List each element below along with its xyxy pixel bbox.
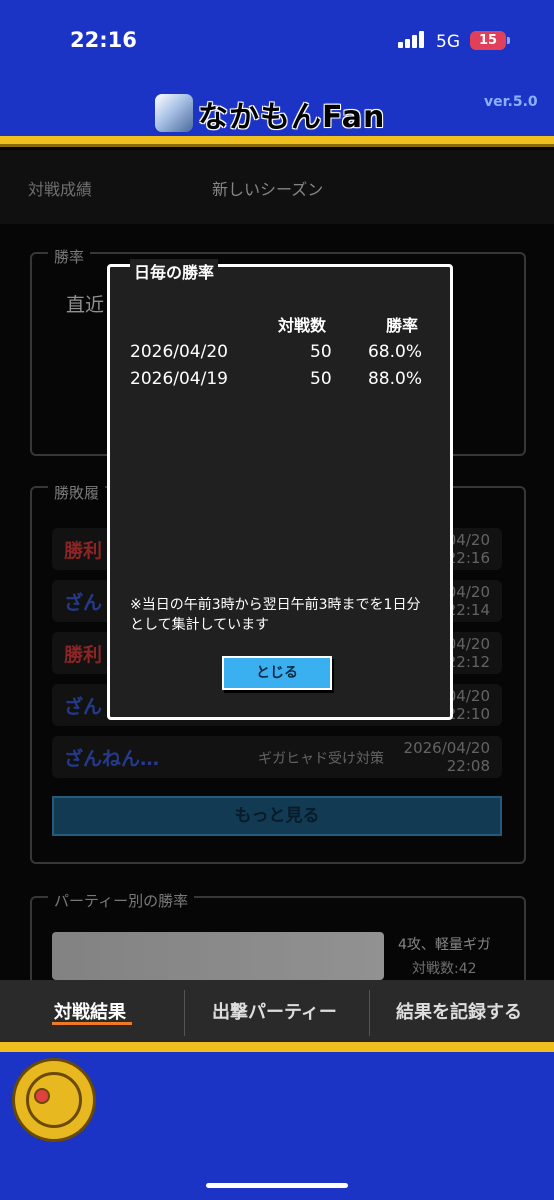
nav-sortie-party[interactable]: 出撃パーティー — [212, 998, 337, 1024]
home-indicator — [206, 1183, 348, 1188]
signal-icon — [398, 30, 428, 48]
row-battles: 50 — [310, 342, 332, 362]
active-tab-indicator — [52, 1022, 132, 1025]
row-date: 2026/04/20 — [130, 342, 228, 362]
status-time: 22:16 — [70, 28, 137, 52]
gold-divider-top — [0, 136, 554, 144]
emblem-gem — [34, 1088, 50, 1104]
row-battles: 50 — [310, 369, 332, 389]
network-type: 5G — [436, 32, 460, 52]
battery-tip — [507, 37, 510, 44]
app-title: なかもんFan — [198, 100, 386, 135]
row-date: 2026/04/19 — [130, 369, 228, 389]
gold-divider-bottom — [0, 1042, 554, 1052]
row-rate: 88.0% — [367, 369, 422, 389]
aggregation-note: ※当日の午前3時から翌日午前3時までを1日分として集計しています — [130, 597, 421, 633]
nav-battle-results[interactable]: 対戦結果 — [54, 998, 126, 1024]
nav-divider — [369, 990, 370, 1036]
version-label: ver.5.0 — [484, 94, 538, 110]
close-button[interactable]: とじる — [222, 656, 332, 690]
modal-title: 日毎の勝率 — [130, 259, 219, 283]
row-rate: 68.0% — [367, 342, 422, 362]
nav-record-result[interactable]: 結果を記録する — [396, 998, 522, 1024]
app-logo-icon — [155, 94, 193, 132]
col-rate-header: 勝率 — [386, 316, 419, 335]
battery-icon: 15 — [470, 31, 506, 50]
nav-divider — [184, 990, 185, 1036]
col-battles-header: 対戦数 — [278, 316, 327, 335]
